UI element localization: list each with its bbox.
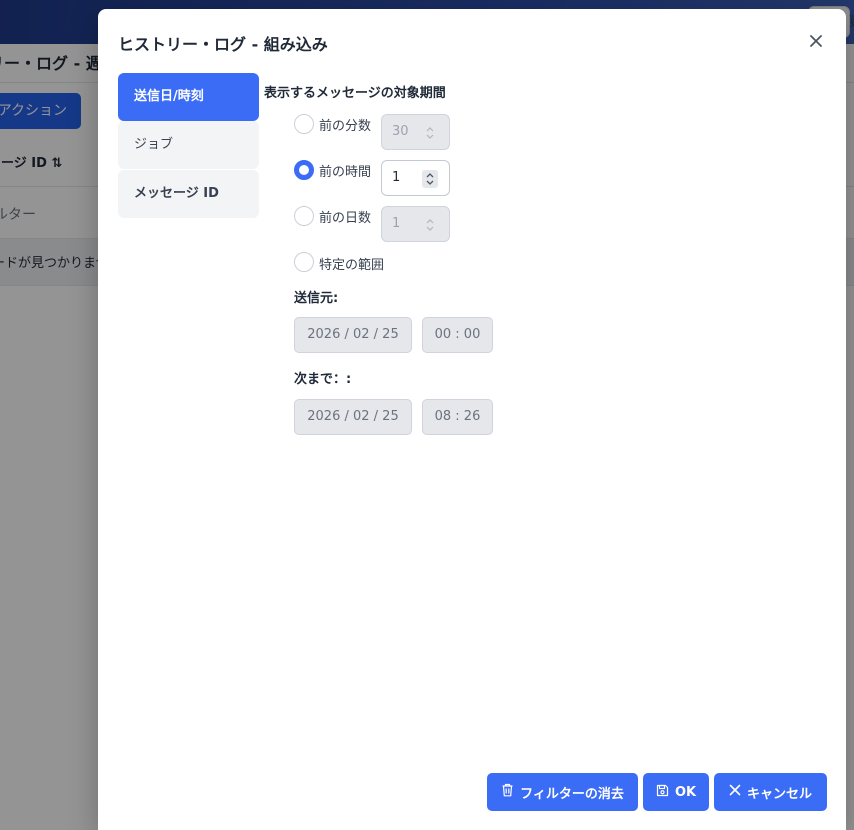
period-heading: 表示するメッセージの対象期間 bbox=[264, 86, 446, 101]
stepper-arrows-icon[interactable] bbox=[422, 216, 438, 234]
close-icon bbox=[729, 784, 741, 800]
dialog-title: ヒストリー・ログ - 組み込み bbox=[118, 35, 328, 54]
radio-previous-hours[interactable] bbox=[294, 160, 314, 180]
minutes-value: 30 bbox=[392, 124, 409, 139]
days-value: 1 bbox=[392, 216, 401, 231]
previous-minutes-label: 前の分数 bbox=[319, 119, 372, 134]
history-log-dialog: ヒストリー・ログ - 組み込み 送信日/時刻 ジョブ メッセージ ID 表示する… bbox=[98, 9, 846, 830]
stepper-arrows-icon[interactable] bbox=[422, 124, 438, 142]
from-label: 送信元: bbox=[294, 291, 339, 306]
to-label: 次まで：: bbox=[294, 372, 352, 387]
trash-icon bbox=[501, 783, 514, 801]
tab-job[interactable]: ジョブ bbox=[118, 121, 259, 169]
from-date-field[interactable]: 2026 / 02 / 25 bbox=[294, 317, 412, 353]
ok-label: OK bbox=[674, 784, 697, 800]
radio-previous-minutes[interactable] bbox=[294, 114, 314, 134]
cancel-label: キャンセル bbox=[746, 786, 812, 802]
save-icon bbox=[656, 784, 669, 801]
close-icon[interactable] bbox=[803, 28, 829, 54]
to-time-field[interactable]: 08 : 26 bbox=[422, 399, 493, 435]
stepper-arrows-icon[interactable] bbox=[422, 170, 438, 188]
specific-range-label: 特定の範囲 bbox=[319, 258, 385, 273]
hours-value: 1 bbox=[392, 170, 401, 185]
from-time-field[interactable]: 00 : 00 bbox=[422, 317, 493, 353]
days-stepper[interactable]: 1 bbox=[381, 206, 450, 242]
minutes-stepper[interactable]: 30 bbox=[381, 114, 450, 150]
cancel-button[interactable]: キャンセル bbox=[714, 773, 827, 811]
previous-days-label: 前の日数 bbox=[319, 211, 372, 226]
tab-message-id[interactable]: メッセージ ID bbox=[118, 170, 259, 218]
ok-button[interactable]: OK bbox=[643, 773, 709, 811]
previous-hours-label: 前の時間 bbox=[319, 165, 372, 180]
hours-stepper[interactable]: 1 bbox=[381, 160, 450, 196]
to-date-field[interactable]: 2026 / 02 / 25 bbox=[294, 399, 412, 435]
clear-filter-label: フィルターの消去 bbox=[520, 786, 624, 802]
clear-filter-button[interactable]: フィルターの消去 bbox=[487, 773, 638, 811]
radio-previous-days[interactable] bbox=[294, 206, 314, 226]
tab-send-datetime[interactable]: 送信日/時刻 bbox=[118, 73, 259, 121]
radio-specific-range[interactable] bbox=[294, 252, 314, 272]
